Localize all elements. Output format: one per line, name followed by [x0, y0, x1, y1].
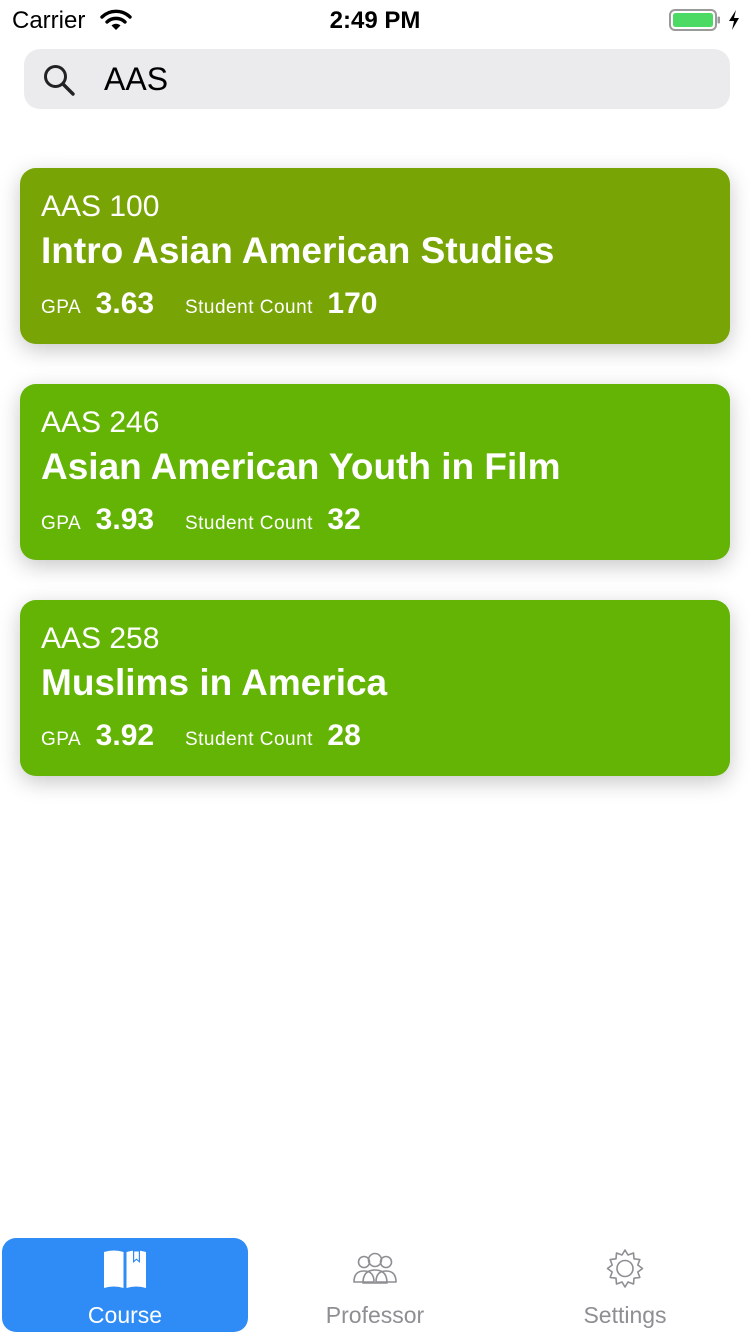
tab-settings-label: Settings — [583, 1302, 667, 1328]
course-stats: GPA 3.92 Student Count 28 — [41, 719, 361, 759]
course-stats: GPA 3.93 Student Count 32 — [41, 503, 361, 543]
student-count-value: 170 — [327, 287, 378, 320]
course-card[interactable]: AAS 100 Intro Asian American Studies GPA… — [20, 168, 730, 344]
course-stats: GPA 3.63 Student Count 170 — [41, 287, 377, 327]
status-bar: Carrier 2:49 PM — [0, 0, 750, 40]
screen: Carrier 2:49 PM AAS 100 Intro Asian Amer… — [0, 0, 750, 1334]
gear-icon — [606, 1249, 644, 1288]
tab-settings[interactable]: Settings — [502, 1238, 748, 1332]
tab-course[interactable]: Course — [2, 1238, 248, 1332]
tab-bar: Course Professor Settings — [0, 1236, 750, 1334]
battery-icon — [669, 9, 720, 31]
gpa-value: 3.92 — [95, 719, 155, 752]
student-count-value: 32 — [327, 503, 361, 536]
gpa-label: GPA — [41, 729, 82, 750]
student-count-label: Student Count — [184, 297, 313, 318]
student-count-label: Student Count — [184, 513, 313, 534]
gpa-value: 3.63 — [95, 287, 155, 320]
course-card[interactable]: AAS 246 Asian American Youth in Film GPA… — [20, 384, 730, 560]
search-input[interactable] — [104, 58, 704, 100]
tab-professor-label: Professor — [325, 1302, 425, 1328]
course-code: AAS 100 — [41, 190, 160, 223]
charging-bolt-icon — [729, 10, 739, 30]
gpa-value: 3.93 — [95, 503, 155, 536]
search-icon — [44, 65, 75, 96]
student-count-label: Student Count — [184, 729, 313, 750]
status-time: 2:49 PM — [329, 7, 421, 34]
course-card[interactable]: AAS 258 Muslims in America GPA 3.92 Stud… — [20, 600, 730, 776]
people-icon — [353, 1252, 397, 1284]
course-title: Asian American Youth in Film — [41, 446, 561, 487]
book-icon — [104, 1250, 146, 1288]
course-title: Muslims in America — [41, 662, 388, 703]
gpa-label: GPA — [41, 297, 82, 318]
student-count-value: 28 — [327, 719, 361, 752]
tab-course-label: Course — [87, 1302, 163, 1328]
course-code: AAS 258 — [41, 622, 160, 655]
course-title: Intro Asian American Studies — [41, 230, 555, 271]
gpa-label: GPA — [41, 513, 82, 534]
tab-professor[interactable]: Professor — [252, 1238, 498, 1332]
search-bar[interactable] — [24, 49, 730, 109]
course-code: AAS 246 — [41, 406, 160, 439]
